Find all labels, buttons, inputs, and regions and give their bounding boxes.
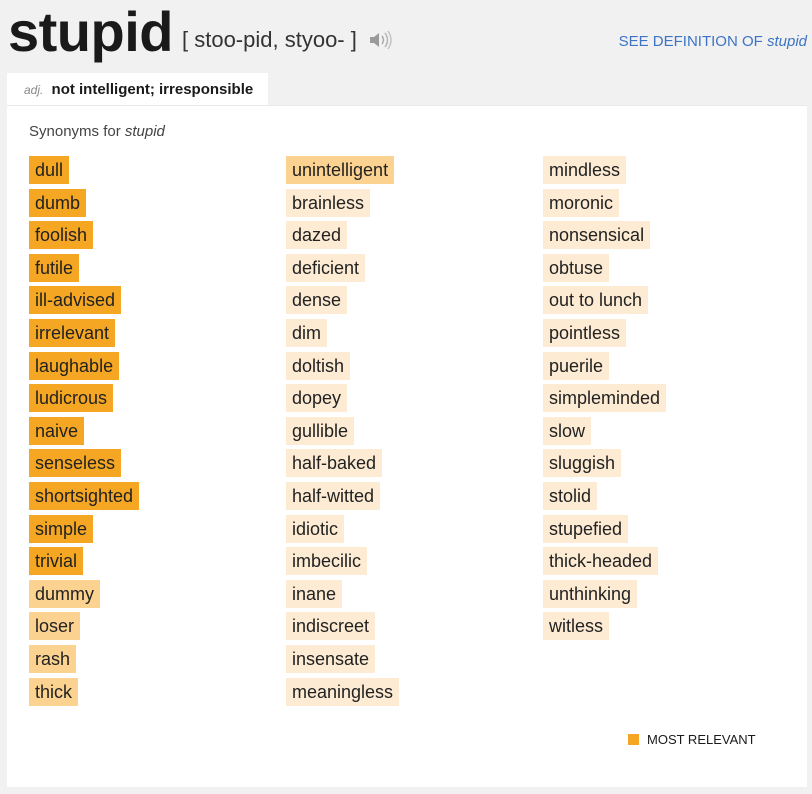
synonym-chip[interactable]: ludicrous	[29, 384, 114, 413]
synonym-chip[interactable]: witless	[543, 612, 610, 641]
legend-label: MOST RELEVANT	[647, 732, 756, 747]
synonyms-heading: Synonyms for stupid	[29, 123, 165, 140]
synonym-chip[interactable]: pointless	[543, 318, 627, 347]
synonym-chip[interactable]: gullible	[286, 416, 355, 445]
part-of-speech: adj.	[24, 83, 44, 97]
see-definition-word: stupid	[766, 33, 807, 50]
synonym-chip[interactable]: loser	[29, 612, 81, 641]
synonym-chip[interactable]: puerile	[543, 351, 610, 380]
synonym-chip[interactable]: dense	[286, 286, 348, 315]
headword: stupid	[8, 0, 173, 63]
synonym-chip[interactable]: nonsensical	[543, 221, 651, 250]
synonym-chip[interactable]: laughable	[29, 351, 120, 380]
synonym-chip[interactable]: futile	[29, 253, 80, 282]
legend-swatch	[628, 734, 639, 745]
synonyms-heading-label: Synonyms for	[29, 123, 121, 140]
synonym-chip[interactable]: half-witted	[286, 481, 381, 510]
synonym-chip[interactable]: stupefied	[543, 514, 629, 543]
synonym-chip[interactable]: slow	[543, 416, 592, 445]
speaker-icon[interactable]	[368, 28, 394, 52]
synonym-chip[interactable]: out to lunch	[543, 286, 649, 315]
synonym-chip[interactable]: dumb	[29, 188, 87, 217]
synonym-column-3: mindless moronic nonsensical obtuse out to l…	[543, 156, 667, 645]
synonym-chip[interactable]: meaningless	[286, 677, 400, 706]
synonyms-heading-word: stupid	[124, 123, 165, 140]
synonym-chip[interactable]: simple	[29, 514, 94, 543]
synonym-chip[interactable]: moronic	[543, 188, 620, 217]
see-definition-link[interactable]: SEE DEFINITION OF stupid	[619, 33, 807, 50]
synonym-chip[interactable]: simpleminded	[543, 384, 667, 413]
synonym-chip[interactable]: mindless	[543, 156, 627, 184]
synonym-chip[interactable]: doltish	[286, 351, 351, 380]
synonym-chip[interactable]: idiotic	[286, 514, 345, 543]
synonym-chip[interactable]: dummy	[29, 579, 101, 608]
synonym-chip[interactable]: indiscreet	[286, 612, 376, 641]
synonym-chip[interactable]: thick	[29, 677, 79, 706]
synonym-chip[interactable]: stolid	[543, 481, 598, 510]
synonym-chip[interactable]: shortsighted	[29, 481, 140, 510]
synonym-chip[interactable]: half-baked	[286, 449, 383, 478]
synonym-column-2: unintelligent brainless dazed deficient dens…	[286, 156, 400, 710]
synonym-chip[interactable]: thick-headed	[543, 547, 659, 576]
synonym-chip[interactable]: dazed	[286, 221, 348, 250]
synonym-column-1: dull dumb foolish futile ill-advised irreleva…	[29, 156, 140, 710]
synonyms-panel: Synonyms for stupid dull dumb foolish futil…	[7, 105, 807, 787]
synonym-chip[interactable]: rash	[29, 644, 77, 673]
synonym-chip[interactable]: foolish	[29, 221, 94, 250]
synonym-chip[interactable]: dull	[29, 156, 70, 184]
synonym-chip[interactable]: naive	[29, 416, 85, 445]
synonym-chip[interactable]: unthinking	[543, 579, 638, 608]
synonym-chip[interactable]: inane	[286, 579, 343, 608]
synonym-chip[interactable]: deficient	[286, 253, 366, 282]
synonym-chip[interactable]: dim	[286, 318, 328, 347]
synonym-chip[interactable]: obtuse	[543, 253, 610, 282]
synonym-chip[interactable]: unintelligent	[286, 156, 395, 184]
relevance-legend: MOST RELEVANT	[628, 732, 756, 747]
pronunciation: [ stoo-pid, styoo- ]	[182, 27, 357, 52]
synonym-chip[interactable]: brainless	[286, 188, 371, 217]
see-definition-label: SEE DEFINITION OF	[618, 33, 763, 50]
synonym-chip[interactable]: senseless	[29, 449, 122, 478]
definition-tab[interactable]: adj. not intelligent; irresponsible	[7, 73, 268, 105]
synonym-chip[interactable]: trivial	[29, 547, 84, 576]
synonym-chip[interactable]: ill-advised	[29, 286, 122, 315]
synonym-chip[interactable]: dopey	[286, 384, 348, 413]
synonym-chip[interactable]: sluggish	[543, 449, 622, 478]
synonym-chip[interactable]: imbecilic	[286, 547, 368, 576]
synonym-chip[interactable]: irrelevant	[29, 318, 116, 347]
synonym-chip[interactable]: insensate	[286, 644, 376, 673]
definition-gloss: not intelligent; irresponsible	[51, 81, 254, 98]
